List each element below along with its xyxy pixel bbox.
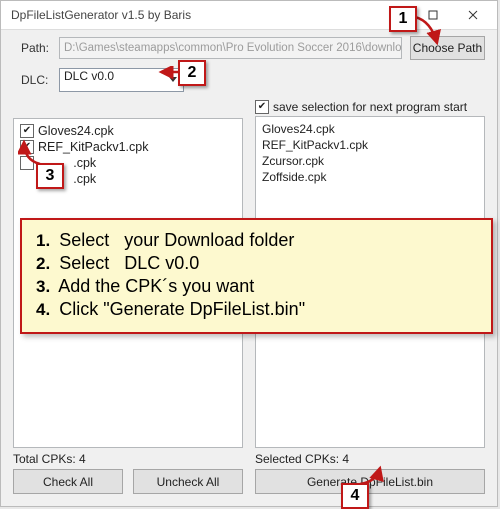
arrow-icon xyxy=(413,15,443,51)
list-item-label: .cpk xyxy=(73,172,96,186)
save-selection-label: save selection for next program start xyxy=(273,100,467,114)
step-number: 4. xyxy=(36,300,50,319)
step-text: DLC v0.0 xyxy=(124,253,199,273)
checkbox-icon[interactable] xyxy=(255,100,269,114)
step-number: 1. xyxy=(36,231,50,250)
step-text: Select xyxy=(59,230,109,250)
list-item-label: REF_KitPackv1.cpk xyxy=(38,140,148,154)
left-buttons: Check All Uncheck All xyxy=(13,469,243,502)
list-item-label: Gloves24.cpk xyxy=(38,124,114,138)
total-cpks-label: Total CPKs: 4 xyxy=(13,448,243,469)
list-item[interactable]: Zcursor.cpk xyxy=(262,153,478,169)
window-title: DpFileListGenerator v1.5 by Baris xyxy=(11,8,373,22)
instruction-panel: 1. Select your Download folder 2. Select… xyxy=(20,218,493,334)
callout-1: 1 xyxy=(389,6,417,32)
dlc-selected-value: DLC v0.0 xyxy=(64,69,114,83)
list-item[interactable]: Zoffside.cpk xyxy=(262,169,478,185)
uncheck-all-button[interactable]: Uncheck All xyxy=(133,469,243,494)
list-item[interactable]: Gloves24.cpk xyxy=(262,121,478,137)
list-item[interactable]: Gloves24.cpk xyxy=(20,123,236,139)
dlc-row: DLC: DLC v0.0 xyxy=(1,64,497,100)
save-selection-row[interactable]: save selection for next program start xyxy=(255,100,485,116)
list-item[interactable]: REF_KitPackv1.cpk xyxy=(262,137,478,153)
step-text: your Download folder xyxy=(124,230,294,250)
step-text: Click "Generate DpFileList.bin" xyxy=(59,299,305,319)
path-label: Path: xyxy=(21,41,51,55)
check-all-button[interactable]: Check All xyxy=(13,469,123,494)
callout-4: 4 xyxy=(341,483,369,509)
list-item-label: .cpk xyxy=(73,156,96,170)
step-number: 2. xyxy=(36,254,50,273)
close-button[interactable] xyxy=(453,2,493,28)
step-number: 3. xyxy=(36,277,50,296)
step-text: Add the CPK´s you want xyxy=(58,276,254,296)
checkbox-icon[interactable] xyxy=(20,124,34,138)
step-text: Select xyxy=(59,253,109,273)
callout-3: 3 xyxy=(36,163,64,189)
list-item[interactable]: REF_KitPackv1.cpk xyxy=(20,139,236,155)
path-input[interactable]: D:\Games\steamapps\common\Pro Evolution … xyxy=(59,37,402,59)
callout-2: 2 xyxy=(178,60,206,86)
dlc-label: DLC: xyxy=(21,73,51,87)
